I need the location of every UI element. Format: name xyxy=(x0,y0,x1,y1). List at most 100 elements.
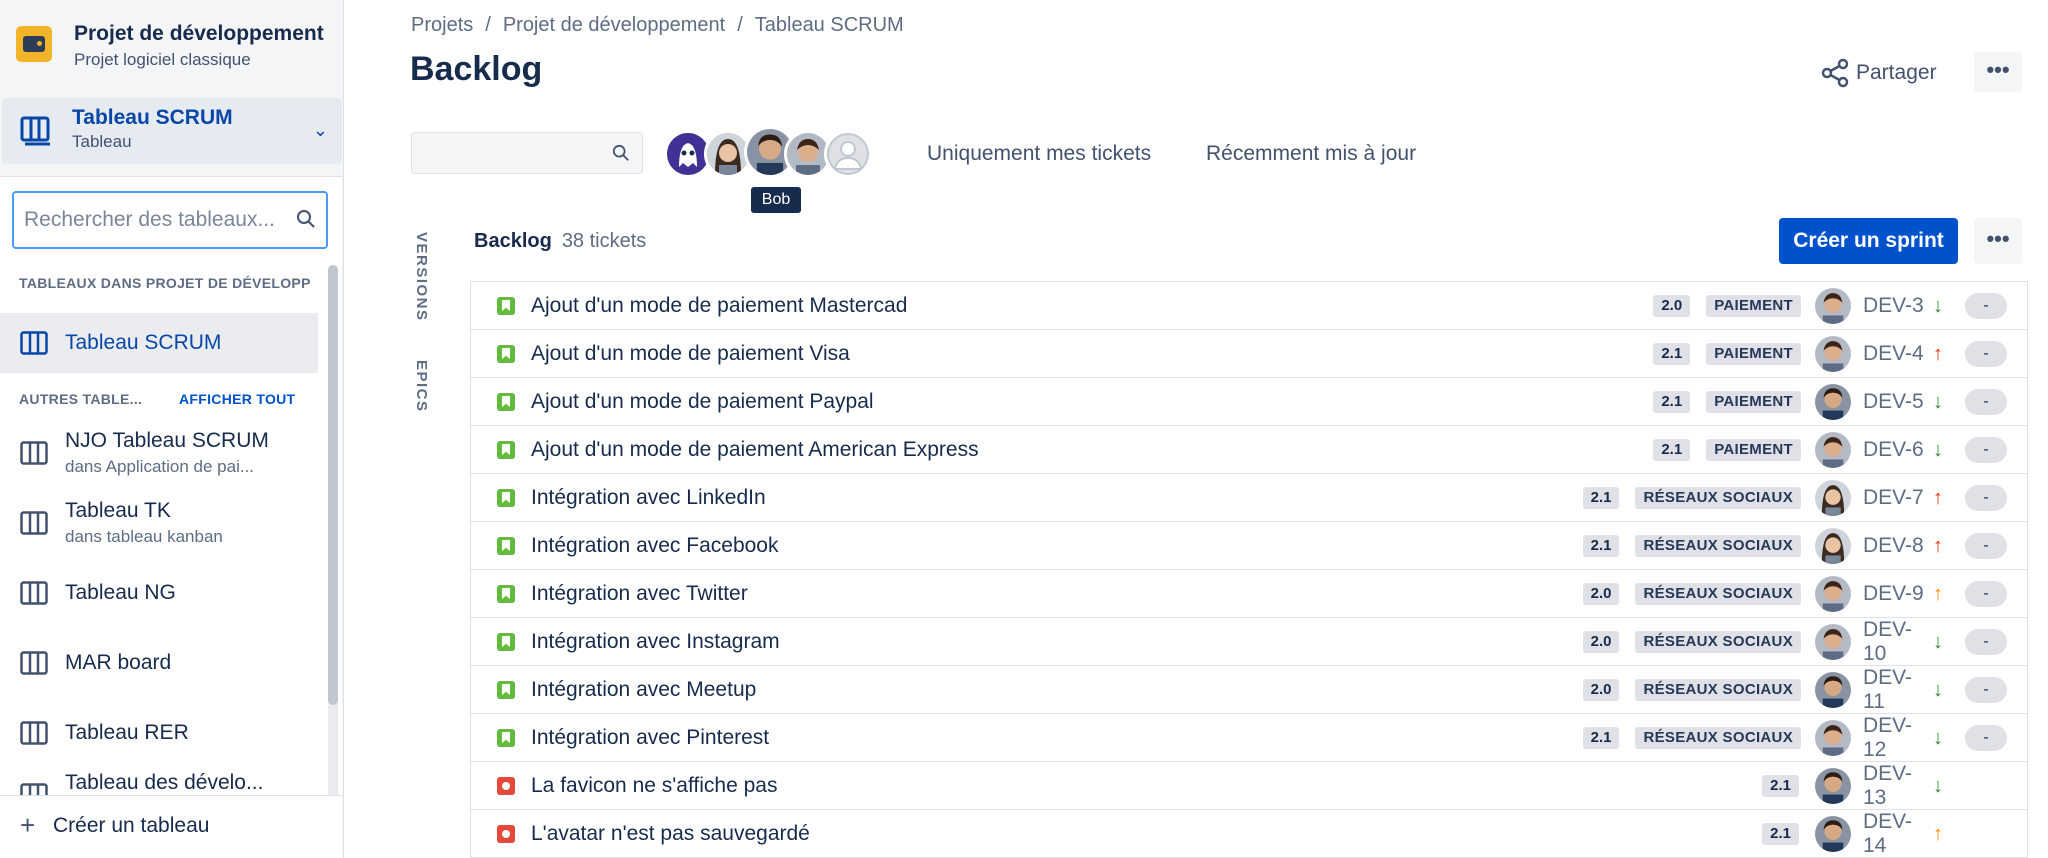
estimate-badge[interactable]: - xyxy=(1965,629,2007,655)
issue-row[interactable]: Ajout d'un mode de paiement Mastercad 2.0… xyxy=(471,282,2027,330)
board-dropdown: TABLEAUX DANS PROJET DE DÉVELOPP Tableau… xyxy=(0,176,342,858)
estimate-badge[interactable]: - xyxy=(1965,293,2007,319)
board-search-input[interactable] xyxy=(24,205,284,235)
epic-lozenge[interactable]: RÉSEAUX SOCIAUX xyxy=(1635,535,1801,557)
issue-row[interactable]: Intégration avec Twitter 2.0 RÉSEAUX SOCIA… xyxy=(471,570,2027,618)
issue-key[interactable]: DEV-12 xyxy=(1863,714,1925,762)
issue-summary[interactable]: Intégration avec Instagram xyxy=(531,630,780,654)
issue-summary[interactable]: Ajout d'un mode de paiement American Exp… xyxy=(531,438,979,462)
issue-row[interactable]: Ajout d'un mode de paiement Visa 2.1 PAIEM… xyxy=(471,330,2027,378)
estimate-badge[interactable]: - xyxy=(1965,533,2007,559)
estimate-badge[interactable]: - xyxy=(1965,581,2007,607)
breadcrumb-board[interactable]: Tableau SCRUM xyxy=(755,14,904,36)
breadcrumb-project[interactable]: Projet de développement xyxy=(503,14,725,36)
board-search[interactable] xyxy=(12,191,328,249)
issue-summary[interactable]: Ajout d'un mode de paiement Mastercad xyxy=(531,294,907,318)
issue-row[interactable]: La favicon ne s'affiche pas 2.1 DEV-13 ↓ xyxy=(471,762,2027,810)
tab-versions[interactable]: VERSIONS xyxy=(413,232,430,322)
issue-summary[interactable]: Intégration avec Pinterest xyxy=(531,726,769,750)
issue-row[interactable]: Intégration avec LinkedIn 2.1 RÉSEAUX SOCI… xyxy=(471,474,2027,522)
share-button[interactable]: Partager xyxy=(1812,52,1937,92)
filter-my-issues[interactable]: Uniquement mes tickets xyxy=(927,142,1151,166)
issue-row[interactable]: Ajout d'un mode de paiement Paypal 2.1 PAI… xyxy=(471,378,2027,426)
assignee-avatar[interactable] xyxy=(1815,624,1851,660)
epic-lozenge[interactable]: PAIEMENT xyxy=(1706,439,1801,461)
backlog-more-button[interactable]: ••• xyxy=(1974,218,2022,264)
issue-row[interactable]: Ajout d'un mode de paiement American Exp… xyxy=(471,426,2027,474)
create-sprint-button[interactable]: Créer un sprint xyxy=(1779,218,1958,264)
issue-key[interactable]: DEV-5 xyxy=(1863,390,1925,414)
assignee-avatar[interactable] xyxy=(1815,576,1851,612)
issue-summary[interactable]: Ajout d'un mode de paiement Visa xyxy=(531,342,850,366)
issue-key[interactable]: DEV-8 xyxy=(1863,534,1925,558)
scrollbar-thumb[interactable] xyxy=(328,265,338,705)
issue-key[interactable]: DEV-6 xyxy=(1863,438,1925,462)
issue-key[interactable]: DEV-7 xyxy=(1863,486,1925,510)
assignee-avatar[interactable] xyxy=(1815,672,1851,708)
project-header[interactable]: Projet de développement Projet logiciel … xyxy=(14,20,334,76)
tab-epics[interactable]: EPICS xyxy=(413,360,430,413)
epic-lozenge[interactable]: RÉSEAUX SOCIAUX xyxy=(1635,487,1801,509)
epic-lozenge[interactable]: PAIEMENT xyxy=(1706,391,1801,413)
sidebar-item-label: NJO Tableau SCRUM xyxy=(65,429,269,452)
issue-summary[interactable]: Intégration avec Facebook xyxy=(531,534,779,558)
assignee-avatar[interactable] xyxy=(1815,432,1851,468)
issue-row[interactable]: Intégration avec Pinterest 2.1 RÉSEAUX SOC… xyxy=(471,714,2027,762)
issue-row[interactable]: Intégration avec Instagram 2.0 RÉSEAUX SOC… xyxy=(471,618,2027,666)
issue-summary[interactable]: La favicon ne s'affiche pas xyxy=(531,774,777,798)
epic-lozenge[interactable]: PAIEMENT xyxy=(1706,343,1801,365)
issue-meta: 2.1 PAIEMENT DEV-6 ↓ - xyxy=(1653,426,2027,474)
assignee-avatar[interactable] xyxy=(1815,768,1851,804)
breadcrumb-projects[interactable]: Projets xyxy=(411,14,473,36)
issue-summary[interactable]: Ajout d'un mode de paiement Paypal xyxy=(531,390,874,414)
sidebar-item-board[interactable]: Tableau des dévelo... xyxy=(0,773,318,795)
issue-key[interactable]: DEV-9 xyxy=(1863,582,1925,606)
estimate-badge[interactable]: - xyxy=(1965,725,2007,751)
issue-summary[interactable]: Intégration avec Meetup xyxy=(531,678,756,702)
issue-key[interactable]: DEV-13 xyxy=(1863,762,1925,810)
create-board-button[interactable]: + Créer un tableau xyxy=(0,795,342,858)
epic-lozenge[interactable]: RÉSEAUX SOCIAUX xyxy=(1635,679,1801,701)
sidebar-item-board[interactable]: Tableau RER xyxy=(0,703,318,763)
assignee-avatar[interactable] xyxy=(1815,720,1851,756)
issue-row[interactable]: Intégration avec Meetup 2.0 RÉSEAUX SOCIAU… xyxy=(471,666,2027,714)
epic-lozenge[interactable]: RÉSEAUX SOCIAUX xyxy=(1635,631,1801,653)
issue-row[interactable]: Intégration avec Facebook 2.1 RÉSEAUX SOCI… xyxy=(471,522,2027,570)
issue-key[interactable]: DEV-14 xyxy=(1863,810,1925,858)
issue-key[interactable]: DEV-3 xyxy=(1863,294,1925,318)
epic-lozenge[interactable]: RÉSEAUX SOCIAUX xyxy=(1635,583,1801,605)
assignee-avatar[interactable] xyxy=(1815,384,1851,420)
filter-recently-updated[interactable]: Récemment mis à jour xyxy=(1206,142,1416,166)
estimate-badge[interactable]: - xyxy=(1965,389,2007,415)
epic-lozenge[interactable]: PAIEMENT xyxy=(1706,295,1801,317)
board-selector[interactable]: Tableau SCRUM Tableau ⌄ xyxy=(2,98,342,164)
sidebar-item-board[interactable]: Tableau NG xyxy=(0,563,318,623)
backlog-search-input[interactable] xyxy=(420,141,600,165)
sidebar-item-board[interactable]: Tableau TK dans tableau kanban xyxy=(0,493,318,553)
issue-key[interactable]: DEV-10 xyxy=(1863,618,1925,666)
issue-summary[interactable]: Intégration avec Twitter xyxy=(531,582,748,606)
sidebar-item-tableau-scrum[interactable]: Tableau SCRUM xyxy=(0,313,318,373)
show-all-link[interactable]: AFFICHER TOUT xyxy=(179,391,295,407)
epic-lozenge[interactable]: RÉSEAUX SOCIAUX xyxy=(1635,727,1801,749)
estimate-badge[interactable]: - xyxy=(1965,341,2007,367)
backlog-search[interactable] xyxy=(411,132,643,174)
more-actions-button[interactable]: ••• xyxy=(1974,52,2022,92)
issue-meta: 2.0 RÉSEAUX SOCIAUX DEV-9 ↑ - xyxy=(1582,570,2027,618)
assignee-avatar[interactable] xyxy=(1815,480,1851,516)
avatar[interactable] xyxy=(824,130,872,178)
issue-summary[interactable]: L'avatar n'est pas sauvegardé xyxy=(531,822,810,846)
issue-row[interactable]: L'avatar n'est pas sauvegardé 2.1 DEV-14 ↑ xyxy=(471,810,2027,858)
assignee-avatar[interactable] xyxy=(1815,816,1851,852)
assignee-avatar[interactable] xyxy=(1815,528,1851,564)
estimate-badge[interactable]: - xyxy=(1965,485,2007,511)
sidebar-item-board[interactable]: MAR board xyxy=(0,633,318,693)
issue-key[interactable]: DEV-4 xyxy=(1863,342,1925,366)
sidebar-item-board[interactable]: NJO Tableau SCRUM dans Application de pa… xyxy=(0,423,318,483)
assignee-avatar[interactable] xyxy=(1815,288,1851,324)
estimate-badge[interactable]: - xyxy=(1965,677,2007,703)
issue-key[interactable]: DEV-11 xyxy=(1863,666,1925,714)
issue-summary[interactable]: Intégration avec LinkedIn xyxy=(531,486,766,510)
estimate-badge[interactable]: - xyxy=(1965,437,2007,463)
assignee-avatar[interactable] xyxy=(1815,336,1851,372)
